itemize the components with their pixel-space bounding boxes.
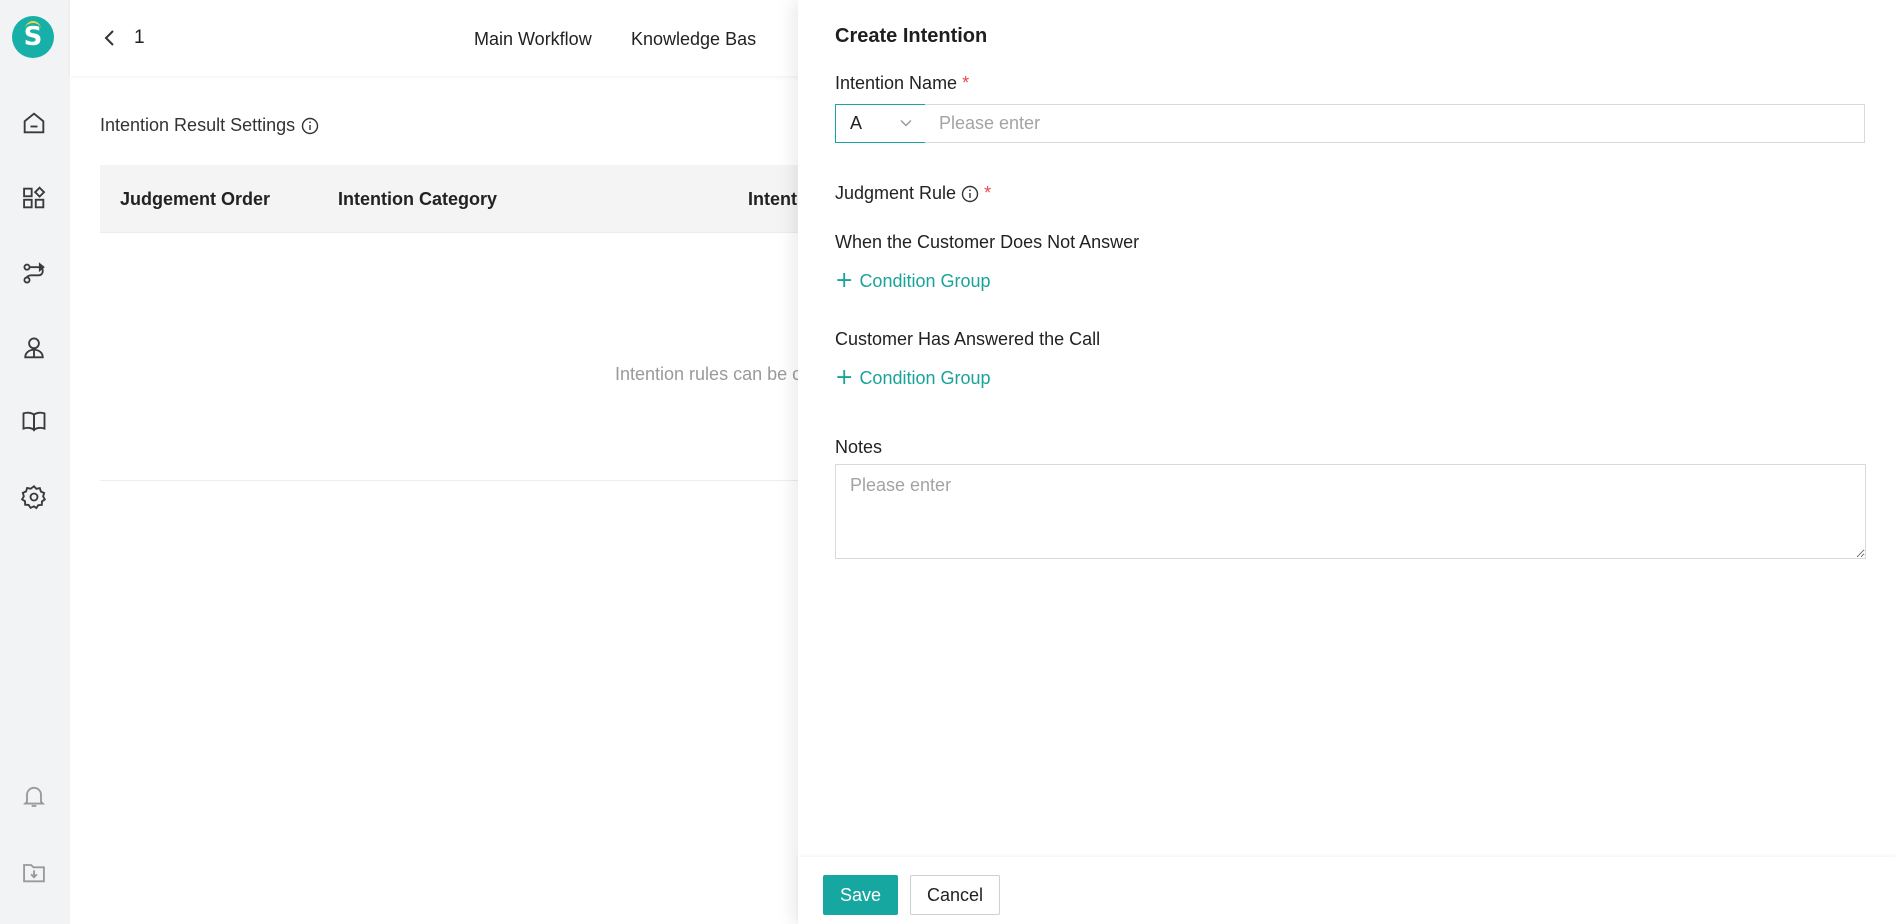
required-mark: * [962, 73, 970, 93]
table-header: Judgement Order Intention Category Inten… [100, 165, 900, 233]
add-condition-group-button[interactable]: + Condition Group [835, 367, 991, 389]
plus-icon: + [835, 268, 854, 293]
no-answer-label: When the Customer Does Not Answer [835, 232, 1139, 253]
notes-label-text: Notes [835, 437, 883, 457]
tab-main-workflow[interactable]: Main Workflow [474, 29, 592, 50]
create-intention-drawer: Create Intention Intention Name * A Judg… [798, 0, 1896, 924]
info-icon[interactable] [301, 117, 319, 135]
notes-label: Notes [835, 437, 882, 458]
book-icon[interactable] [19, 406, 49, 436]
intention-name-label-text: Intention Name [835, 73, 958, 93]
gear-icon[interactable] [19, 482, 49, 512]
drawer-title: Create Intention [835, 25, 988, 47]
info-icon[interactable] [961, 185, 979, 203]
chevron-down-icon [900, 120, 912, 127]
judgment-rule-label: Judgment Rule * [835, 183, 991, 204]
section-title: Intention Result Settings [100, 115, 319, 136]
intention-name-input[interactable] [925, 104, 1865, 143]
answered-label-text: Customer Has Answered the Call [835, 329, 1101, 349]
download-folder-icon[interactable] [19, 857, 49, 887]
divider [100, 480, 900, 481]
app-logo[interactable]: S [12, 16, 54, 58]
intention-level-select[interactable]: A [835, 104, 926, 143]
home-icon[interactable] [19, 108, 49, 138]
save-button[interactable]: Save [823, 875, 898, 915]
notes-textarea[interactable] [835, 464, 1866, 559]
add-condition-group-button[interactable]: + Condition Group [835, 270, 991, 292]
judgment-rule-label-text: Judgment Rule [835, 183, 957, 203]
bell-icon[interactable] [19, 781, 49, 811]
sidebar: S [0, 0, 70, 924]
section-title-text: Intention Result Settings [100, 115, 296, 135]
empty-state-text: Intention rules can be c [615, 364, 802, 384]
plus-icon: + [835, 365, 854, 390]
cancel-button[interactable]: Cancel [910, 875, 1000, 915]
drawer-footer: Save Cancel [798, 857, 1896, 924]
required-mark: * [984, 183, 992, 203]
add-condition-group-label: Condition Group [859, 367, 991, 388]
apps-icon[interactable] [19, 183, 49, 213]
answered-label: Customer Has Answered the Call [835, 329, 1100, 350]
intention-level-value: A [850, 113, 863, 133]
add-condition-group-label: Condition Group [859, 270, 991, 291]
column-header: Intention Category [338, 189, 498, 209]
workflow-icon[interactable] [19, 258, 49, 288]
page-number: 1 [134, 27, 145, 48]
column-header: Judgement Order [120, 189, 271, 209]
column-header: Intenti [748, 189, 802, 209]
back-arrow-icon[interactable] [100, 26, 120, 50]
no-answer-label-text: When the Customer Does Not Answer [835, 232, 1140, 252]
tab-knowledge-base[interactable]: Knowledge Bas [631, 29, 756, 50]
intention-name-label: Intention Name * [835, 73, 969, 94]
agent-icon[interactable] [19, 333, 49, 363]
